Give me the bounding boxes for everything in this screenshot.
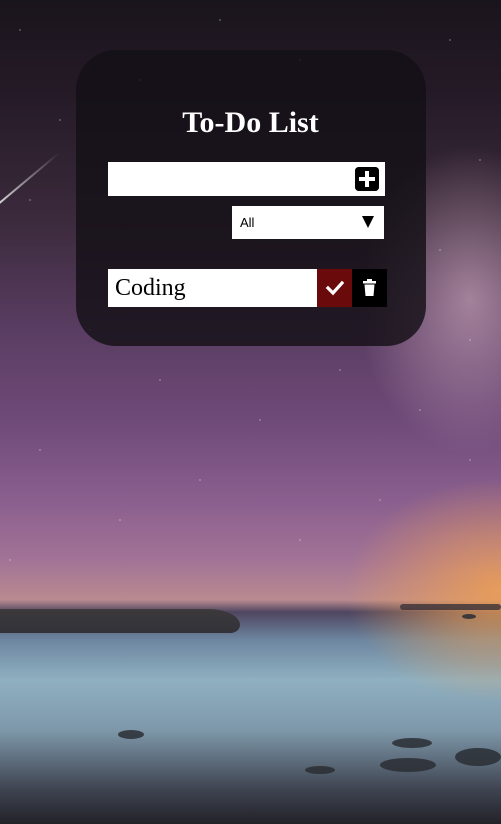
caret-down-icon — [362, 216, 374, 228]
water-rock — [392, 738, 432, 748]
water-rock — [305, 766, 335, 774]
filter-selected-value: All — [240, 215, 255, 230]
app-title: To-Do List — [182, 106, 319, 139]
todo-input-container — [108, 162, 385, 196]
add-todo-button[interactable] — [355, 167, 379, 191]
distant-rocks — [400, 604, 501, 610]
todo-item: Coding — [108, 269, 387, 307]
filter-select[interactable]: All — [232, 206, 384, 239]
water-rock — [118, 730, 144, 739]
todo-item-text: Coding — [108, 269, 317, 307]
plus-square-icon — [355, 167, 379, 191]
check-icon — [325, 280, 345, 296]
complete-todo-button[interactable] — [317, 269, 352, 307]
delete-todo-button[interactable] — [352, 269, 387, 307]
water-rock — [455, 748, 501, 766]
trash-icon — [363, 279, 376, 296]
filter-dropdown-toggle[interactable] — [352, 206, 384, 239]
todo-input[interactable] — [108, 162, 348, 196]
water-rock — [462, 614, 476, 619]
water-rock — [380, 758, 436, 772]
shoreline-rocks — [0, 609, 240, 633]
